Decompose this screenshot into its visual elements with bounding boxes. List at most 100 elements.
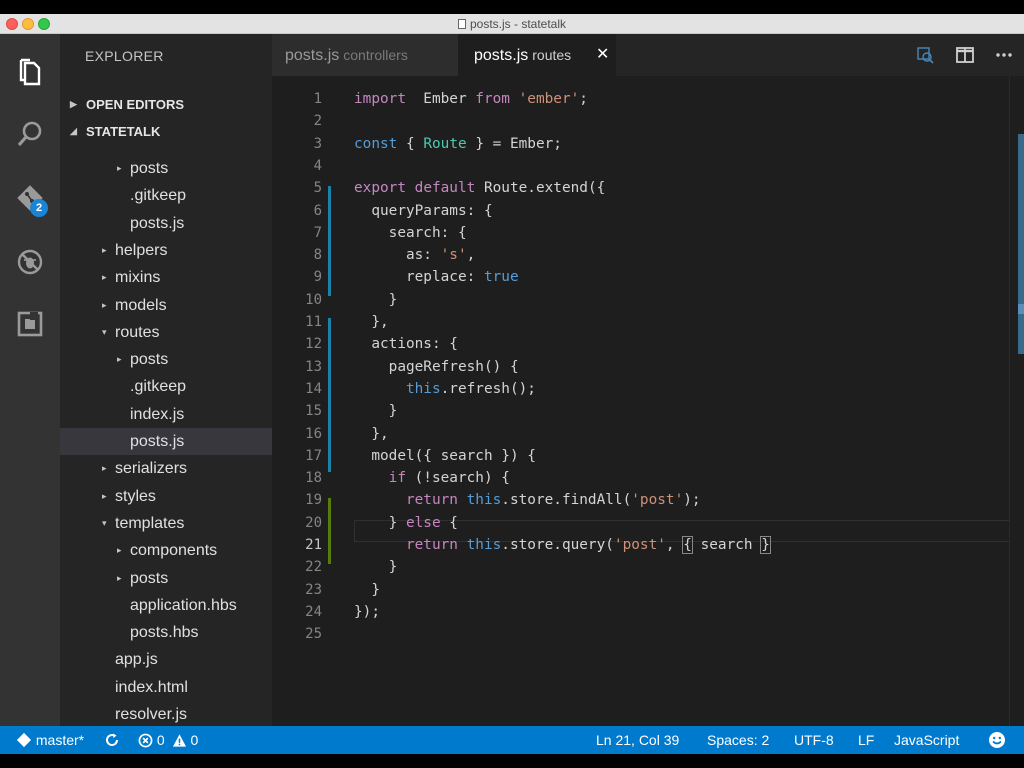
- code-line[interactable]: },: [354, 423, 388, 445]
- code-token: Route.extend({: [475, 180, 606, 197]
- tree-item[interactable]: .gitkeep: [60, 373, 272, 400]
- more-actions-button[interactable]: [993, 44, 1015, 66]
- code-token: return: [405, 492, 458, 509]
- code-line[interactable]: },: [354, 311, 388, 333]
- code-line[interactable]: import Ember from 'ember';: [354, 88, 588, 110]
- status-bar: master* 0 0 Ln 21, Col 39 Spaces: 2 UTF-…: [0, 726, 1024, 754]
- problems-indicator[interactable]: 0 0: [138, 726, 198, 754]
- code-token: }: [354, 581, 380, 598]
- code-line[interactable]: replace: true: [354, 266, 519, 288]
- extensions-button[interactable]: [0, 298, 60, 350]
- indentation-setting[interactable]: Spaces: 2: [707, 726, 769, 754]
- code-line[interactable]: queryParams: {: [354, 200, 492, 222]
- files-icon: [19, 58, 41, 86]
- language-mode[interactable]: JavaScript: [894, 726, 959, 754]
- tree-item[interactable]: ▸ models: [60, 292, 272, 319]
- project-section[interactable]: ◢ STATETALK: [60, 118, 272, 145]
- code-line[interactable]: }: [354, 556, 398, 578]
- code-line[interactable]: as: 's',: [354, 244, 475, 266]
- tree-item[interactable]: application.hbs: [60, 592, 272, 619]
- open-editors-section[interactable]: ▶ OPEN EDITORS: [60, 91, 272, 118]
- encoding-setting[interactable]: UTF-8: [794, 726, 834, 754]
- tab-posts-controllers[interactable]: posts.js controllers: [272, 34, 458, 76]
- explorer-button[interactable]: [0, 46, 60, 98]
- tree-item[interactable]: ▸ mixins: [60, 264, 272, 291]
- tree-item-label: helpers: [115, 241, 168, 259]
- code-line[interactable]: export default Route.extend({: [354, 177, 605, 199]
- eol-setting[interactable]: LF: [858, 726, 874, 754]
- code-line[interactable]: });: [354, 601, 380, 623]
- cursor-position[interactable]: Ln 21, Col 39: [596, 726, 679, 754]
- code-token: 'ember': [518, 91, 580, 107]
- code-line[interactable]: this.refresh();: [354, 378, 536, 400]
- window-title: posts.js - statetalk: [0, 14, 1024, 34]
- code-line[interactable]: if (!search) {: [354, 467, 510, 489]
- code-line[interactable]: }: [354, 400, 398, 422]
- code-line[interactable]: pageRefresh() {: [354, 356, 519, 378]
- explorer-title: EXPLORER: [85, 48, 164, 64]
- chevron-right-icon: ▸: [102, 490, 107, 501]
- tree-item[interactable]: ▸ components: [60, 537, 272, 564]
- line-number: 19: [305, 492, 322, 509]
- tree-item-controllers[interactable]: controllers: [115, 145, 272, 153]
- line-number: 6: [313, 202, 322, 219]
- tab-description: controllers: [343, 47, 408, 63]
- tree-item[interactable]: ▸ serializers: [60, 455, 272, 482]
- debug-button[interactable]: [0, 236, 60, 288]
- code-line[interactable]: search: {: [354, 222, 467, 244]
- close-tab-icon[interactable]: ✕: [596, 34, 609, 76]
- code-token: Route: [423, 135, 467, 152]
- tree-item-label: app.js: [115, 651, 158, 669]
- tree-item[interactable]: ▾ routes: [60, 319, 272, 346]
- tab-posts-routes[interactable]: posts.js routes ✕: [458, 34, 616, 76]
- tree-item[interactable]: app.js: [60, 646, 272, 673]
- editor-tabs: posts.js controllers posts.js routes ✕: [272, 34, 1024, 76]
- tree-item[interactable]: ▸ posts: [60, 155, 272, 182]
- code-token: const: [354, 135, 398, 152]
- tree-item[interactable]: ▾ templates: [60, 510, 272, 537]
- code-line[interactable]: return this.store.findAll('post');: [354, 489, 701, 511]
- chevron-right-icon: ▸: [102, 299, 107, 310]
- line-number: 7: [313, 224, 322, 241]
- code-token: });: [354, 603, 380, 620]
- line-number: 2: [313, 113, 322, 130]
- gutter-modified-marker: [328, 186, 331, 296]
- code-line[interactable]: } else {: [354, 512, 458, 534]
- code-line[interactable]: }: [354, 579, 380, 601]
- code-line[interactable]: const { Route } = Ember;: [354, 133, 562, 155]
- feedback-button[interactable]: [988, 726, 1006, 754]
- code-line[interactable]: actions: {: [354, 333, 458, 355]
- line-number: 23: [305, 581, 322, 598]
- tree-item-label: posts.js: [130, 433, 185, 450]
- code-editor[interactable]: 1 import Ember from 'ember'; 2 3 const { Rou…: [272, 76, 1024, 726]
- tree-item[interactable]: index.html: [60, 674, 272, 701]
- tree-item[interactable]: resolver.js: [60, 701, 272, 726]
- search-button[interactable]: [0, 108, 60, 160]
- editor-scrollbar[interactable]: [1009, 76, 1024, 726]
- tree-item[interactable]: ▸ posts: [60, 346, 272, 373]
- code-line[interactable]: model({ search }) {: [354, 445, 536, 467]
- tree-item-label: models: [115, 296, 167, 314]
- source-control-button[interactable]: 2: [0, 172, 60, 224]
- code-line[interactable]: }: [354, 289, 398, 311]
- tree-item[interactable]: ▸ styles: [60, 483, 272, 510]
- tree-item[interactable]: ▸ posts: [60, 565, 272, 592]
- sync-button[interactable]: [104, 726, 120, 754]
- warning-count: 0: [190, 732, 199, 748]
- tree-item[interactable]: .gitkeep: [60, 182, 272, 209]
- line-number: 1: [313, 91, 322, 107]
- open-changes-button[interactable]: [914, 44, 936, 66]
- branch-indicator[interactable]: master*: [16, 726, 84, 754]
- tree-item[interactable]: posts.hbs: [60, 619, 272, 646]
- code-token: actions: {: [354, 336, 458, 353]
- code-line[interactable]: return this.store.query('post', { search…: [354, 534, 771, 556]
- tree-item[interactable]: posts.js: [60, 210, 272, 237]
- tree-item[interactable]: ▸ helpers: [60, 237, 272, 264]
- code-token: }: [354, 403, 398, 420]
- split-editor-button[interactable]: [954, 44, 976, 66]
- tree-item[interactable]: index.js: [60, 401, 272, 428]
- line-number: 24: [305, 603, 322, 620]
- tree-item[interactable]: posts.js: [60, 428, 272, 455]
